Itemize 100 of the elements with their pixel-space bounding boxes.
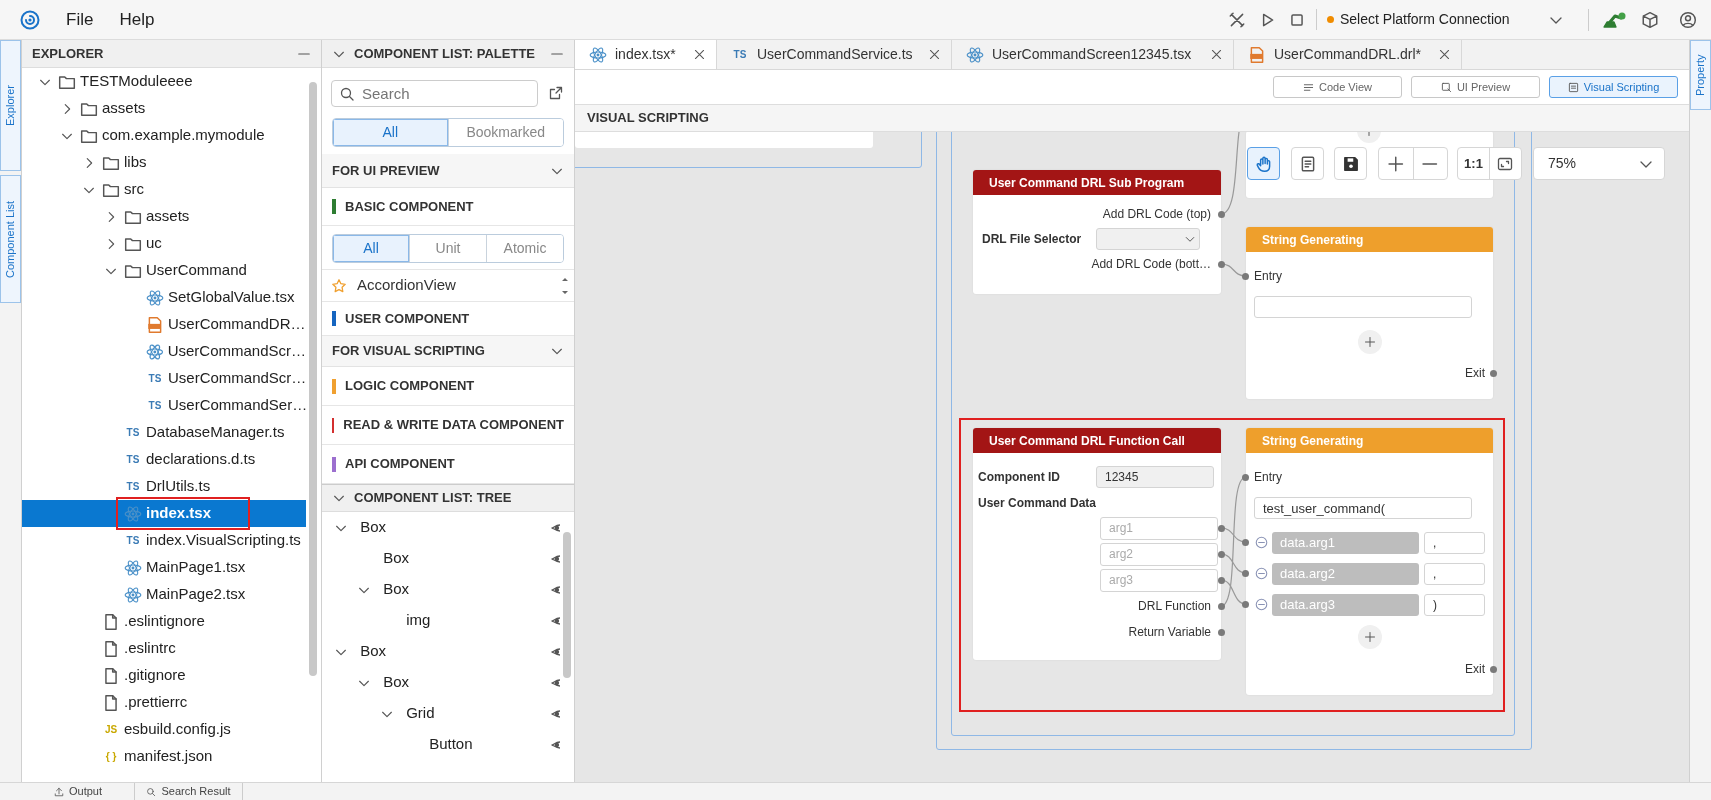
close-icon[interactable] [693,48,706,61]
port-dot[interactable] [1242,601,1249,608]
remove-icon[interactable] [1255,567,1268,580]
port-dot[interactable] [1218,210,1225,218]
tree-item[interactable]: JS esbuild.config.js [22,716,306,743]
port-dot[interactable] [1242,473,1249,481]
tree-item[interactable]: assets [22,95,306,122]
remove-icon[interactable] [1255,598,1268,611]
tools-icon[interactable] [1228,10,1246,29]
tree-item[interactable]: Button [322,729,574,760]
port-dot[interactable] [1242,570,1249,577]
tree-item[interactable]: Box [322,636,574,667]
tree-item[interactable]: Box [322,543,574,574]
text-field[interactable]: 12345 [1096,466,1214,488]
tree-item[interactable]: assets [22,203,306,230]
tree-item[interactable]: MainPage2.tsx [22,581,306,608]
text-field[interactable]: arg2 [1100,542,1218,566]
text-field[interactable]: , [1424,562,1485,585]
port-dot[interactable] [1218,628,1225,636]
zoom-select[interactable]: 75% [1533,147,1665,180]
remove-icon[interactable] [1255,536,1268,549]
star-icon[interactable] [331,277,347,294]
port-dot[interactable] [1218,576,1225,584]
bottom-tab[interactable]: Output [22,783,135,800]
eye-icon[interactable] [551,521,560,534]
cube-icon[interactable] [1641,10,1659,29]
tree-item[interactable]: com.example.mymodule [22,122,306,149]
tree-item[interactable]: UserCommandScr… [22,338,306,365]
editor-tab[interactable]: index.tsx* [575,40,717,69]
tree-item[interactable]: .eslintignore [22,608,306,635]
text-field[interactable]: arg1 [1100,516,1218,540]
tree-item[interactable]: TS declarations.d.ts [22,446,306,473]
tree-item[interactable]: .eslintrc [22,635,306,662]
filter-tab[interactable]: All [333,119,449,146]
tree-item[interactable]: Box [322,512,574,543]
connection-dropdown[interactable]: Select Platform Connection [1316,9,1564,30]
bottom-tab[interactable]: Search Result [135,783,243,800]
port-dot[interactable] [1218,602,1225,610]
external-link-icon[interactable] [548,85,564,101]
add-button[interactable] [1357,330,1382,354]
tree-item[interactable]: img [322,605,574,636]
text-field[interactable] [1254,296,1472,318]
tree-item[interactable]: Box [322,574,574,605]
eye-icon[interactable] [551,614,560,627]
tree-item[interactable]: UserCommandDR… [22,311,306,338]
port-dot[interactable] [1242,272,1249,280]
tree-item[interactable]: SetGlobalValue.tsx [22,284,306,311]
tree-item[interactable]: index.tsx [22,500,306,527]
tree-item[interactable]: uc [22,230,306,257]
scrollbar-thumb[interactable] [563,532,571,678]
search-field[interactable]: Search [331,79,538,107]
tree-item[interactable]: .gitignore [22,662,306,689]
text-field[interactable]: ) [1424,593,1485,616]
port-dot[interactable] [1218,550,1225,558]
tree-item[interactable]: Grid [322,698,574,729]
tree-item[interactable]: TS UserCommandScr… [22,365,306,392]
close-icon[interactable] [1210,48,1223,61]
eye-icon[interactable] [551,676,560,689]
tree-item[interactable]: TS DatabaseManager.ts [22,419,306,446]
port-dot[interactable] [1490,369,1497,377]
port-dot[interactable] [1490,665,1497,673]
side-tab[interactable]: Explorer [0,40,21,171]
tree-item[interactable]: TS index.VisualScripting.ts [22,527,306,554]
component-item[interactable]: AccordionView [357,274,456,297]
port-dot[interactable] [1242,539,1249,546]
tree-item[interactable]: MainPage1.tsx [22,554,306,581]
filter-tab[interactable]: All [333,235,410,262]
view-button[interactable]: UI Preview [1411,76,1540,98]
save-icon[interactable] [1341,154,1360,173]
text-field[interactable]: arg3 [1100,568,1218,592]
tree-item[interactable]: libs [22,149,306,176]
view-button[interactable]: Visual Scripting [1549,76,1678,98]
tree-item[interactable]: TS UserCommandSer… [22,392,306,419]
user-icon[interactable] [1679,10,1697,29]
view-button[interactable]: Code View [1273,76,1402,98]
port-dot[interactable] [1218,524,1225,532]
eye-icon[interactable] [551,645,560,658]
fit-screen-icon[interactable] [1497,155,1514,172]
tree-item[interactable]: { } manifest.json [22,743,306,770]
eye-icon[interactable] [551,738,560,751]
eye-icon[interactable] [551,583,560,596]
tree-item[interactable]: .prettierrc [22,689,306,716]
eye-icon[interactable] [551,552,560,565]
scrollbar-thumb[interactable] [309,82,317,676]
side-tab[interactable]: Property [1690,40,1711,110]
tree-item[interactable]: Box [322,667,574,698]
menu-item[interactable]: Help [119,6,155,33]
text-field[interactable]: test_user_command( [1254,497,1472,519]
side-tab[interactable]: Component List [0,175,21,303]
close-icon[interactable] [1438,48,1451,61]
eye-icon[interactable] [551,707,560,720]
tree-item[interactable]: UserCommand [22,257,306,284]
tree-item[interactable]: TS DrlUtils.ts [22,473,306,500]
menu-item[interactable]: File [66,6,94,33]
tree-item[interactable]: src [22,176,306,203]
hand-icon[interactable] [1254,154,1273,173]
port-dot[interactable] [1218,260,1225,268]
text-field[interactable]: , [1424,531,1485,554]
add-button[interactable] [1357,625,1382,649]
tree-item[interactable]: TESTModuleeee [22,68,306,95]
